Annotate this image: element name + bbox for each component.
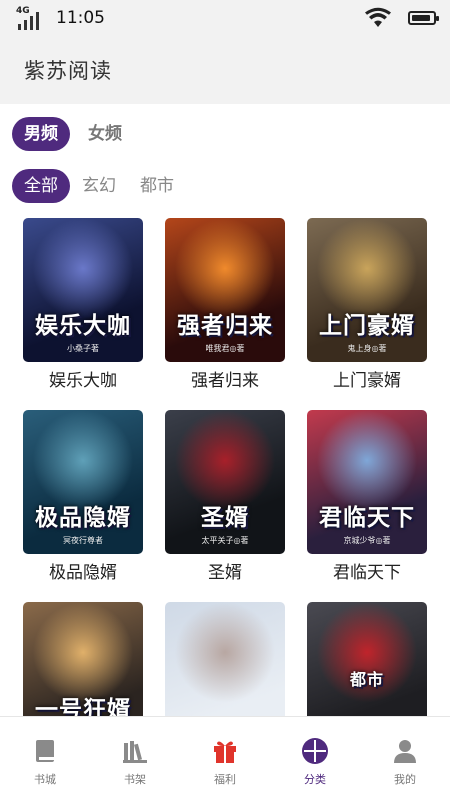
app-title: 紫苏阅读 <box>24 59 112 83</box>
cover-author: 小桑子著 <box>67 344 99 353</box>
book-title[interactable]: 极品隐婿 <box>23 558 143 583</box>
cover-author: 唯我君◎著 <box>205 344 245 353</box>
tab-male[interactable]: 男频 <box>12 117 70 151</box>
book-grid: 娱乐大咖 小桑子著 娱乐大咖 强者归来 唯我君◎著 强者归来 上门豪婿 鬼上身◎… <box>0 218 450 716</box>
book-icon <box>36 740 54 762</box>
book-card[interactable]: 都市 <box>307 602 427 716</box>
status-time: 11:05 <box>56 8 105 28</box>
gift-icon <box>214 741 236 763</box>
category-filters: 全部 玄幻 都市 <box>0 164 450 208</box>
book-title[interactable]: 娱乐大咖 <box>23 366 143 391</box>
category-icon <box>302 738 328 764</box>
book-cover[interactable]: 君临天下 京城少爷◎著 <box>307 410 427 554</box>
book-cover[interactable]: 圣婿 太平关子◎著 <box>165 410 285 554</box>
category-all[interactable]: 全部 <box>12 169 70 203</box>
nav-label: 福利 <box>214 773 236 786</box>
cover-author: 鬼上身◎著 <box>347 344 387 353</box>
book-title[interactable]: 圣婿 <box>165 558 285 583</box>
nav-profile[interactable]: 我的 <box>360 717 450 800</box>
nav-label: 书架 <box>124 773 146 786</box>
cover-title: 圣婿 <box>201 505 249 531</box>
cover-title: 一号狂婿 <box>35 697 131 716</box>
status-bar: 4G 11:05 <box>0 0 450 36</box>
cover-author: 太平关子◎著 <box>201 536 249 545</box>
nav-label: 我的 <box>394 773 416 786</box>
book-cover[interactable]: 都市 <box>307 602 427 716</box>
cover-title: 娱乐大咖 <box>35 313 131 339</box>
network-label: 4G <box>16 6 30 16</box>
book-card[interactable] <box>165 602 285 716</box>
book-card[interactable]: 一号狂婿 <box>23 602 143 716</box>
book-cover[interactable]: 一号狂婿 <box>23 602 143 716</box>
app-header: 紫苏阅读 <box>0 36 450 104</box>
cover-title: 上门豪婿 <box>319 313 415 339</box>
signal-icon: 4G <box>16 6 44 30</box>
cover-title: 强者归来 <box>177 313 273 339</box>
book-card[interactable]: 上门豪婿 鬼上身◎著 上门豪婿 <box>307 218 427 391</box>
cover-author: 京城少爷◎著 <box>343 536 391 545</box>
tab-female[interactable]: 女频 <box>76 117 134 151</box>
bookshelf-icon <box>123 741 147 763</box>
nav-welfare[interactable]: 福利 <box>180 717 270 800</box>
book-card[interactable]: 强者归来 唯我君◎著 强者归来 <box>165 218 285 391</box>
nav-category[interactable]: 分类 <box>270 717 360 800</box>
book-cover[interactable]: 娱乐大咖 小桑子著 <box>23 218 143 362</box>
book-cover[interactable] <box>165 602 285 716</box>
cover-title: 都市 <box>349 670 384 689</box>
book-card[interactable]: 极品隐婿 冥夜行尊者 极品隐婿 <box>23 410 143 583</box>
book-title[interactable]: 君临天下 <box>307 558 427 583</box>
nav-label: 书城 <box>34 773 56 786</box>
book-title[interactable]: 强者归来 <box>165 366 285 391</box>
nav-bookshelf[interactable]: 书架 <box>90 717 180 800</box>
book-cover[interactable]: 上门豪婿 鬼上身◎著 <box>307 218 427 362</box>
nav-bookstore[interactable]: 书城 <box>0 717 90 800</box>
profile-icon <box>394 740 416 763</box>
book-card[interactable]: 圣婿 太平关子◎著 圣婿 <box>165 410 285 583</box>
book-card[interactable]: 娱乐大咖 小桑子著 娱乐大咖 <box>23 218 143 391</box>
category-fantasy[interactable]: 玄幻 <box>70 169 128 203</box>
battery-icon <box>408 11 439 25</box>
category-urban[interactable]: 都市 <box>128 169 186 203</box>
cover-author: 冥夜行尊者 <box>63 536 103 545</box>
bottom-nav: 书城 书架 福利 分类 我的 <box>0 716 450 800</box>
book-card[interactable]: 君临天下 京城少爷◎著 君临天下 <box>307 410 427 583</box>
cover-title: 极品隐婿 <box>35 505 131 531</box>
nav-label: 分类 <box>304 773 326 786</box>
wifi-icon <box>365 7 391 27</box>
cover-title: 君临天下 <box>319 505 415 531</box>
gender-tabs: 男频 女频 <box>0 104 450 164</box>
book-title[interactable]: 上门豪婿 <box>307 366 427 391</box>
book-cover[interactable]: 强者归来 唯我君◎著 <box>165 218 285 362</box>
book-cover[interactable]: 极品隐婿 冥夜行尊者 <box>23 410 143 554</box>
